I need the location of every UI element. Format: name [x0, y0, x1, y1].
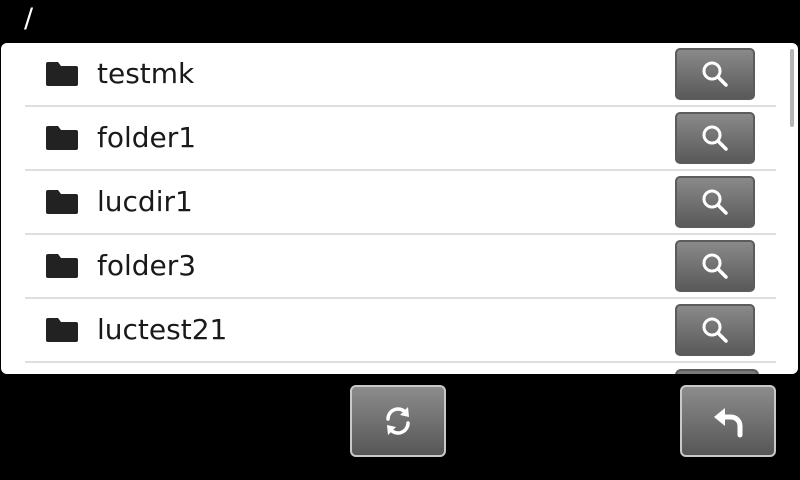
- folder-icon: [46, 254, 78, 278]
- list-scrollbar[interactable]: [790, 49, 794, 127]
- partial-next-row-button[interactable]: [675, 369, 759, 374]
- refresh-icon: [386, 407, 410, 435]
- search-icon: [702, 189, 728, 215]
- refresh-button[interactable]: [350, 385, 446, 457]
- folder-name: folder3: [97, 249, 197, 282]
- folder-name: lucdir1: [97, 185, 193, 218]
- open-folder-button[interactable]: [675, 240, 755, 292]
- list-item[interactable]: folder3: [25, 235, 776, 299]
- open-folder-button[interactable]: [675, 112, 755, 164]
- file-list-panel[interactable]: testmk folder1 lucdir1 folder3 luctest21: [1, 43, 798, 374]
- folder-icon: [46, 318, 78, 342]
- file-list: testmk folder1 lucdir1 folder3 luctest21: [25, 43, 776, 363]
- folder-name: folder1: [97, 121, 197, 154]
- list-item[interactable]: lucdir1: [25, 171, 776, 235]
- list-item[interactable]: testmk: [25, 43, 776, 107]
- back-arrow-icon: [714, 408, 743, 438]
- folder-icon: [46, 126, 78, 150]
- search-icon: [702, 253, 728, 279]
- list-item[interactable]: luctest21: [25, 299, 776, 363]
- open-folder-button[interactable]: [675, 48, 755, 100]
- file-browser-screen: / testmk folder1 lucdir1 folder3 luctest…: [0, 0, 800, 480]
- search-icon: [702, 317, 728, 343]
- folder-name: luctest21: [97, 313, 228, 346]
- list-item[interactable]: folder1: [25, 107, 776, 171]
- folder-icon: [46, 62, 78, 86]
- folder-name: testmk: [97, 57, 195, 90]
- search-icon: [702, 61, 728, 87]
- open-folder-button[interactable]: [675, 304, 755, 356]
- current-path: /: [24, 3, 34, 34]
- open-folder-button[interactable]: [675, 176, 755, 228]
- search-icon: [702, 125, 728, 151]
- folder-icon: [46, 190, 78, 214]
- back-button[interactable]: [680, 385, 776, 457]
